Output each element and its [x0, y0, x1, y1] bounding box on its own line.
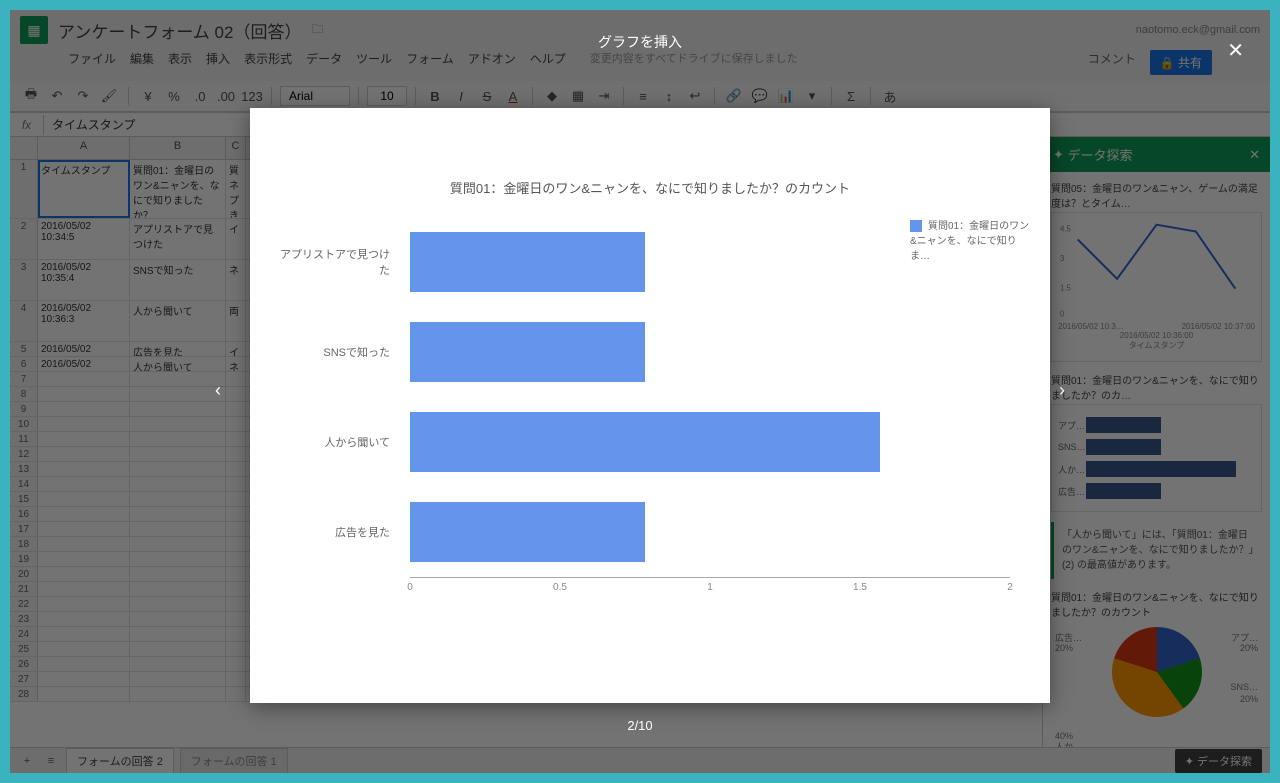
modal-close-icon[interactable]: ✕ — [1227, 38, 1244, 63]
chart-title: 質問01：金曜日のワン&ニャンを、なにで知りましたか？のカウント — [270, 178, 1030, 197]
bar-label: 人から聞いて — [270, 434, 400, 450]
modal-page-indicator: 2/10 — [10, 718, 1270, 733]
chart-legend: 質問01：金曜日のワン&ニャンを、なにで知りま… — [900, 217, 1030, 577]
chart-preview-modal: 質問01：金曜日のワン&ニャンを、なにで知りましたか？のカウント アプリストアで… — [250, 108, 1050, 703]
chart-x-axis: 0 0.5 1 1.5 2 — [410, 577, 1010, 597]
legend-swatch — [910, 220, 922, 232]
bar-fill — [410, 412, 880, 472]
modal-next-icon[interactable]: › — [1050, 380, 1074, 404]
axis-tick: 0.5 — [553, 582, 567, 593]
modal-prev-icon[interactable]: ‹ — [206, 380, 230, 404]
bar-label: アプリストアで見つけた — [270, 246, 400, 278]
bar-fill — [410, 232, 645, 292]
axis-tick: 2 — [1007, 582, 1013, 593]
axis-tick: 1.5 — [853, 582, 867, 593]
bar-fill — [410, 502, 645, 562]
axis-tick: 0 — [407, 582, 413, 593]
axis-tick: 1 — [707, 582, 713, 593]
chart-bars: アプリストアで見つけた SNSで知った 人から聞いて 広告を見た — [270, 217, 900, 577]
modal-title: グラフを挿入 — [10, 32, 1270, 52]
bar-label: SNSで知った — [270, 344, 400, 360]
bar-label: 広告を見た — [270, 524, 400, 540]
modal-overlay[interactable]: グラフを挿入 ✕ ‹ › 質問01：金曜日のワン&ニャンを、なにで知りましたか？… — [10, 10, 1270, 773]
bar-fill — [410, 322, 645, 382]
